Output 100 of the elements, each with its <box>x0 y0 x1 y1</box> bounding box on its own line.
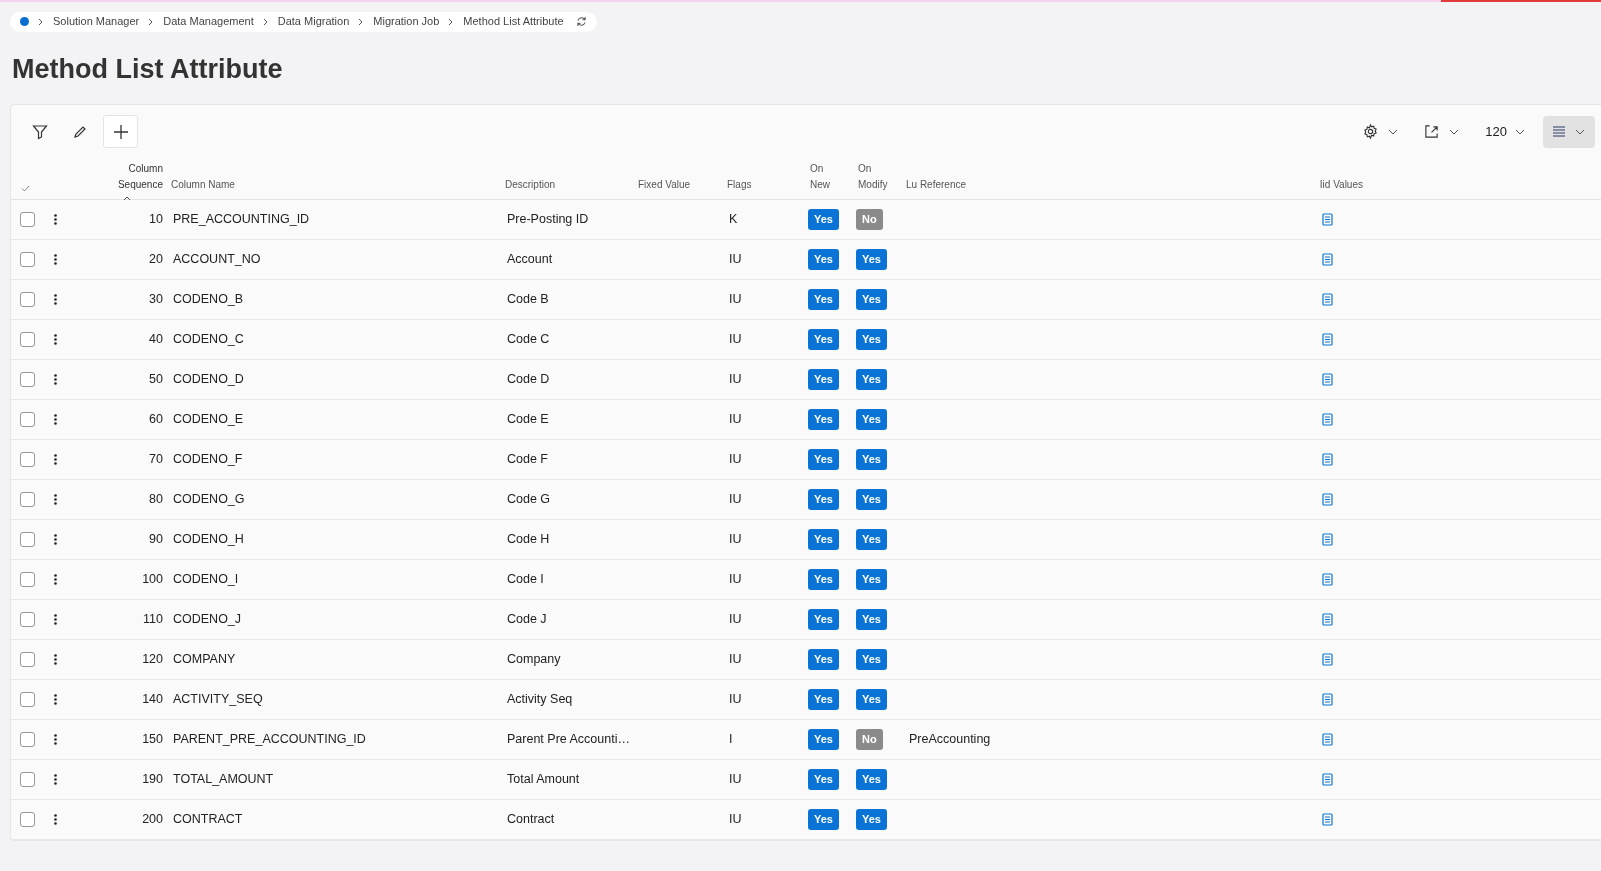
row-checkbox[interactable] <box>20 771 35 787</box>
document-icon[interactable] <box>1322 412 1333 426</box>
status-badge: Yes <box>808 488 839 510</box>
column-header[interactable]: On New <box>810 160 840 193</box>
table-cell: TOTAL_AMOUNT <box>173 771 274 786</box>
row-checkbox[interactable] <box>20 611 35 627</box>
refresh-icon[interactable] <box>575 16 587 27</box>
row-checkbox[interactable] <box>20 651 35 667</box>
select-all-icon[interactable] <box>21 184 30 192</box>
status-badge: Yes <box>808 608 839 630</box>
view-mode-button[interactable] <box>1543 115 1595 148</box>
more-options-icon[interactable] <box>54 733 57 745</box>
more-options-icon[interactable] <box>54 413 57 425</box>
status-badge: Yes <box>808 408 839 430</box>
chevron-icon <box>262 17 269 26</box>
more-options-icon[interactable] <box>54 693 57 705</box>
more-options-icon[interactable] <box>54 493 57 505</box>
column-header[interactable]: Iid Values <box>1319 176 1363 193</box>
row-checkbox[interactable] <box>20 731 35 747</box>
table-cell: Code J <box>507 611 547 626</box>
document-icon[interactable] <box>1322 532 1333 546</box>
table-cell: Company <box>507 651 561 666</box>
document-icon[interactable] <box>1322 732 1333 746</box>
row-checkbox[interactable] <box>20 491 35 507</box>
table-cell: IU <box>729 491 742 506</box>
home-icon[interactable] <box>20 17 29 26</box>
table-cell: IU <box>729 291 742 306</box>
more-options-icon[interactable] <box>54 213 57 225</box>
document-icon[interactable] <box>1322 212 1333 226</box>
table-cell: CODENO_G <box>173 491 245 506</box>
row-checkbox[interactable] <box>20 811 35 827</box>
filter-icon <box>32 123 48 140</box>
status-badge: Yes <box>808 768 839 790</box>
table-cell: COMPANY <box>173 651 236 666</box>
row-checkbox[interactable] <box>20 531 35 547</box>
table-cell: IU <box>729 611 742 626</box>
document-icon[interactable] <box>1322 612 1333 626</box>
column-header[interactable]: Fixed Value <box>638 178 691 190</box>
breadcrumb-link[interactable]: Migration Job <box>373 13 440 30</box>
row-checkbox[interactable] <box>20 411 35 427</box>
document-icon[interactable] <box>1322 372 1333 386</box>
more-options-icon[interactable] <box>54 653 57 665</box>
column-header[interactable]: Flags <box>727 178 752 190</box>
row-checkbox[interactable] <box>20 291 35 307</box>
document-icon[interactable] <box>1322 652 1333 666</box>
column-header[interactable]: On Modify <box>858 160 898 193</box>
more-options-icon[interactable] <box>54 773 57 785</box>
document-icon[interactable] <box>1322 692 1333 706</box>
table-cell: Contract <box>507 811 555 826</box>
document-icon[interactable] <box>1322 332 1333 346</box>
table-cell: IU <box>729 251 742 266</box>
status-badge: Yes <box>856 688 887 710</box>
row-checkbox[interactable] <box>20 451 35 467</box>
row-checkbox[interactable] <box>20 331 35 347</box>
more-options-icon[interactable] <box>54 333 57 345</box>
table-cell: Code F <box>507 451 548 466</box>
more-options-icon[interactable] <box>54 613 57 625</box>
column-header[interactable]: Column Sequence <box>113 160 163 193</box>
document-icon[interactable] <box>1322 252 1333 266</box>
table-cell: I <box>729 731 733 746</box>
row-checkbox[interactable] <box>20 211 35 227</box>
breadcrumb-link[interactable]: Method List Attribute <box>463 13 564 30</box>
column-header[interactable]: Description <box>505 178 556 190</box>
document-icon[interactable] <box>1322 292 1333 306</box>
column-header[interactable]: Column Name <box>171 178 235 190</box>
document-icon[interactable] <box>1322 772 1333 786</box>
breadcrumb-link[interactable]: Solution Manager <box>53 13 140 30</box>
status-badge: Yes <box>808 648 839 670</box>
page-size-dropdown[interactable]: 120 <box>1479 116 1531 147</box>
table-cell: 190 <box>142 771 163 786</box>
table-cell: CODENO_C <box>173 331 244 346</box>
row-checkbox[interactable] <box>20 571 35 587</box>
document-icon[interactable] <box>1322 492 1333 506</box>
document-icon[interactable] <box>1322 812 1333 826</box>
row-checkbox[interactable] <box>20 371 35 387</box>
more-options-icon[interactable] <box>54 533 57 545</box>
document-icon[interactable] <box>1322 572 1333 586</box>
add-button[interactable] <box>103 115 138 148</box>
table-cell: ACTIVITY_SEQ <box>173 691 263 706</box>
breadcrumb-link[interactable]: Data Migration <box>277 13 350 30</box>
more-options-icon[interactable] <box>54 293 57 305</box>
more-options-icon[interactable] <box>54 373 57 385</box>
more-options-icon[interactable] <box>54 573 57 585</box>
table-cell: 80 <box>149 491 163 506</box>
table-cell: IU <box>729 691 742 706</box>
list-icon <box>1553 126 1565 137</box>
sort-ascending-icon[interactable] <box>123 195 131 201</box>
column-header[interactable]: Lu Reference <box>906 178 967 190</box>
row-checkbox[interactable] <box>20 251 35 267</box>
row-checkbox[interactable] <box>20 691 35 707</box>
breadcrumb-link[interactable]: Data Management <box>163 13 254 30</box>
chevron-icon <box>358 17 365 26</box>
more-options-icon[interactable] <box>54 453 57 465</box>
more-options-icon[interactable] <box>54 813 57 825</box>
status-badge: Yes <box>856 488 887 510</box>
more-options-icon[interactable] <box>54 253 57 265</box>
document-icon[interactable] <box>1322 452 1333 466</box>
status-badge: Yes <box>856 648 887 670</box>
table-cell: Activity Seq <box>507 691 573 706</box>
status-badge: Yes <box>808 328 839 350</box>
